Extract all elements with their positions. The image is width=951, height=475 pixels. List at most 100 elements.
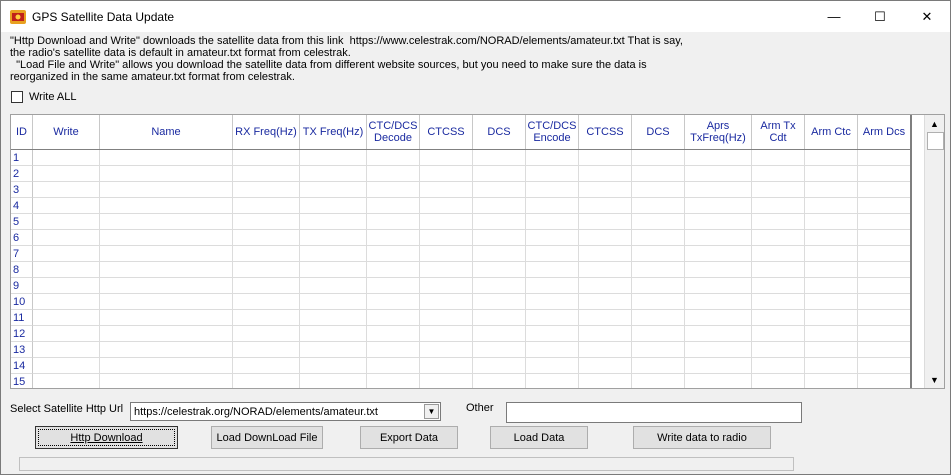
grid-cell-armctc[interactable] [805, 182, 858, 198]
grid-cell-ctcenc[interactable] [526, 150, 579, 166]
column-header-id[interactable]: ID [11, 115, 33, 149]
grid-cell-write[interactable] [33, 342, 100, 358]
grid-cell-rx[interactable] [233, 246, 300, 262]
grid-cell-ctcss1[interactable] [420, 182, 473, 198]
grid-cell-dcs2[interactable] [632, 182, 685, 198]
grid-cell-dcs2[interactable] [632, 166, 685, 182]
grid-cell-write[interactable] [33, 310, 100, 326]
table-row[interactable]: 8 [11, 262, 911, 278]
grid-cell-tx[interactable] [300, 246, 367, 262]
grid-cell-write[interactable] [33, 214, 100, 230]
grid-cell-armdcs[interactable] [858, 374, 911, 388]
grid-cell-ctcenc[interactable] [526, 230, 579, 246]
grid-cell-armtx[interactable] [752, 230, 805, 246]
grid-cell-rx[interactable] [233, 214, 300, 230]
grid-cell-ctcss2[interactable] [579, 358, 632, 374]
scroll-thumb[interactable] [927, 132, 944, 150]
table-row[interactable]: 14 [11, 358, 911, 374]
table-row[interactable]: 12 [11, 326, 911, 342]
grid-cell-ctcdec[interactable] [367, 326, 420, 342]
grid-cell-aprs[interactable] [685, 214, 752, 230]
grid-cell-armctc[interactable] [805, 342, 858, 358]
column-header-ctcenc[interactable]: CTC/DCS Encode [526, 115, 579, 149]
grid-cell-ctcdec[interactable] [367, 198, 420, 214]
grid-cell-tx[interactable] [300, 358, 367, 374]
write-all-toggle[interactable]: Write ALL [11, 91, 77, 103]
grid-cell-ctcss1[interactable] [420, 278, 473, 294]
grid-cell-ctcss1[interactable] [420, 374, 473, 388]
grid-cell-name[interactable] [100, 326, 233, 342]
grid-cell-dcs2[interactable] [632, 262, 685, 278]
grid-cell-armdcs[interactable] [858, 358, 911, 374]
grid-cell-ctcdec[interactable] [367, 374, 420, 388]
vertical-scrollbar[interactable]: ▲ ▼ [924, 115, 944, 388]
grid-cell-armtx[interactable] [752, 166, 805, 182]
grid-cell-ctcenc[interactable] [526, 166, 579, 182]
grid-cell-tx[interactable] [300, 310, 367, 326]
grid-cell-write[interactable] [33, 198, 100, 214]
satellite-data-grid[interactable]: ID Write Name RX Freq(Hz) TX Freq(Hz) CTC/DCS… [10, 114, 945, 389]
grid-cell-ctcdec[interactable] [367, 230, 420, 246]
grid-cell-aprs[interactable] [685, 230, 752, 246]
grid-cell-dcs1[interactable] [473, 374, 526, 388]
grid-cell-ctcdec[interactable] [367, 358, 420, 374]
close-button[interactable]: ✕ [904, 1, 950, 32]
grid-cell-tx[interactable] [300, 278, 367, 294]
grid-cell-armdcs[interactable] [858, 166, 911, 182]
table-row[interactable]: 10 [11, 294, 911, 310]
grid-cell-ctcenc[interactable] [526, 182, 579, 198]
grid-cell-tx[interactable] [300, 262, 367, 278]
grid-cell-armctc[interactable] [805, 246, 858, 262]
grid-cell-ctcenc[interactable] [526, 278, 579, 294]
grid-cell-rx[interactable] [233, 166, 300, 182]
grid-cell-ctcss1[interactable] [420, 358, 473, 374]
grid-cell-aprs[interactable] [685, 262, 752, 278]
grid-cell-name[interactable] [100, 262, 233, 278]
column-header-rx[interactable]: RX Freq(Hz) [233, 115, 300, 149]
grid-cell-write[interactable] [33, 326, 100, 342]
column-header-armtx[interactable]: Arm Tx Cdt [752, 115, 805, 149]
grid-cell-ctcss1[interactable] [420, 294, 473, 310]
grid-cell-ctcdec[interactable] [367, 182, 420, 198]
grid-cell-aprs[interactable] [685, 278, 752, 294]
grid-cell-name[interactable] [100, 214, 233, 230]
grid-cell-aprs[interactable] [685, 342, 752, 358]
table-row[interactable]: 13 [11, 342, 911, 358]
grid-cell-ctcenc[interactable] [526, 198, 579, 214]
grid-cell-armtx[interactable] [752, 310, 805, 326]
export-data-button[interactable]: Export Data [360, 426, 458, 449]
grid-cell-dcs1[interactable] [473, 262, 526, 278]
grid-cell-armtx[interactable] [752, 278, 805, 294]
grid-cell-name[interactable] [100, 198, 233, 214]
grid-cell-ctcss2[interactable] [579, 214, 632, 230]
grid-cell-aprs[interactable] [685, 198, 752, 214]
grid-cell-write[interactable] [33, 294, 100, 310]
grid-cell-dcs1[interactable] [473, 230, 526, 246]
column-header-name[interactable]: Name [100, 115, 233, 149]
column-header-dcs2[interactable]: DCS [632, 115, 685, 149]
grid-cell-armtx[interactable] [752, 150, 805, 166]
grid-cell-ctcss2[interactable] [579, 294, 632, 310]
grid-cell-aprs[interactable] [685, 310, 752, 326]
title-bar[interactable]: GPS Satellite Data Update — ☐ ✕ [1, 1, 950, 32]
grid-cell-ctcdec[interactable] [367, 150, 420, 166]
table-row[interactable]: 6 [11, 230, 911, 246]
grid-cell-write[interactable] [33, 246, 100, 262]
grid-cell-write[interactable] [33, 182, 100, 198]
grid-cell-dcs1[interactable] [473, 246, 526, 262]
grid-cell-rx[interactable] [233, 342, 300, 358]
grid-cell-dcs2[interactable] [632, 278, 685, 294]
grid-cell-ctcenc[interactable] [526, 342, 579, 358]
grid-cell-dcs1[interactable] [473, 214, 526, 230]
grid-cell-armtx[interactable] [752, 294, 805, 310]
grid-cell-tx[interactable] [300, 214, 367, 230]
grid-cell-ctcss2[interactable] [579, 166, 632, 182]
grid-cell-ctcenc[interactable] [526, 294, 579, 310]
table-row[interactable]: 9 [11, 278, 911, 294]
url-select[interactable]: https://celestrak.org/NORAD/elements/ama… [130, 402, 441, 421]
grid-cell-ctcss1[interactable] [420, 246, 473, 262]
grid-cell-ctcenc[interactable] [526, 214, 579, 230]
grid-cell-ctcss1[interactable] [420, 198, 473, 214]
grid-cell-armdcs[interactable] [858, 214, 911, 230]
column-header-aprs[interactable]: Aprs TxFreq(Hz) [685, 115, 752, 149]
